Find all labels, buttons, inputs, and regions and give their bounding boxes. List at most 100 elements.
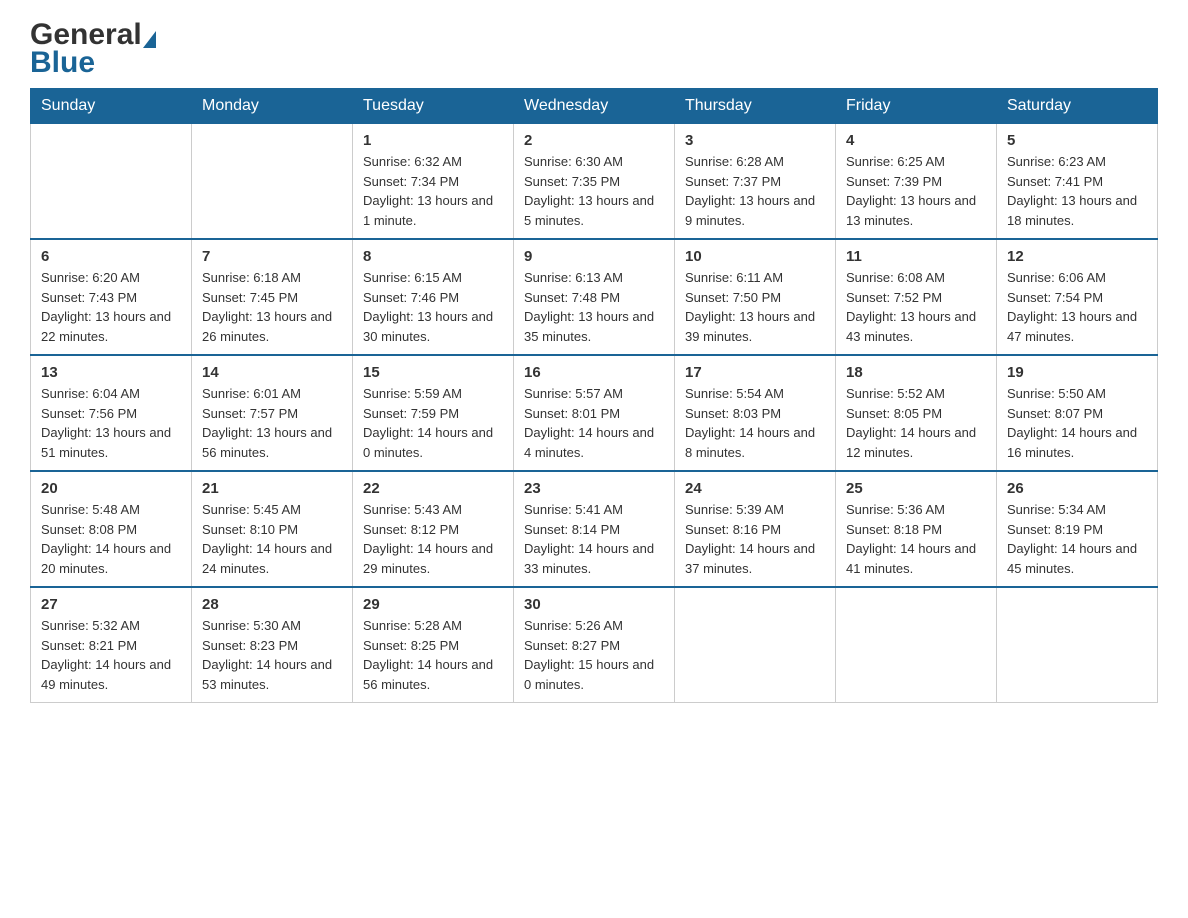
calendar-week-row: 13 Sunrise: 6:04 AM Sunset: 7:56 PM Dayli… bbox=[31, 355, 1158, 471]
calendar-day-cell: 12 Sunrise: 6:06 AM Sunset: 7:54 PM Dayli… bbox=[997, 239, 1158, 355]
day-number: 4 bbox=[846, 132, 986, 149]
calendar-day-cell: 1 Sunrise: 6:32 AM Sunset: 7:34 PM Daylig… bbox=[353, 124, 514, 240]
page-header: General Blue bbox=[30, 20, 1158, 78]
day-number: 19 bbox=[1007, 364, 1147, 381]
day-number: 15 bbox=[363, 364, 503, 381]
calendar-day-cell: 6 Sunrise: 6:20 AM Sunset: 7:43 PM Daylig… bbox=[31, 239, 192, 355]
day-of-week-header: Monday bbox=[192, 89, 353, 124]
calendar-day-cell: 24 Sunrise: 5:39 AM Sunset: 8:16 PM Dayli… bbox=[675, 471, 836, 587]
calendar-day-cell: 20 Sunrise: 5:48 AM Sunset: 8:08 PM Dayli… bbox=[31, 471, 192, 587]
calendar-day-cell: 27Sunrise: 5:32 AM Sunset: 8:21 PM Dayli… bbox=[31, 587, 192, 703]
calendar-day-cell: 14 Sunrise: 6:01 AM Sunset: 7:57 PM Dayli… bbox=[192, 355, 353, 471]
day-number: 17 bbox=[685, 364, 825, 381]
day-info: Sunrise: 6:25 AM Sunset: 7:39 PM Dayligh… bbox=[846, 152, 986, 230]
logo: General Blue bbox=[30, 20, 156, 78]
calendar-day-cell: 13 Sunrise: 6:04 AM Sunset: 7:56 PM Dayli… bbox=[31, 355, 192, 471]
calendar-day-cell: 8 Sunrise: 6:15 AM Sunset: 7:46 PM Daylig… bbox=[353, 239, 514, 355]
calendar-day-cell: 10 Sunrise: 6:11 AM Sunset: 7:50 PM Dayli… bbox=[675, 239, 836, 355]
logo-triangle-icon bbox=[143, 31, 156, 48]
day-info: Sunrise: 6:11 AM Sunset: 7:50 PM Dayligh… bbox=[685, 268, 825, 346]
day-number: 9 bbox=[524, 248, 664, 265]
day-of-week-header: Sunday bbox=[31, 89, 192, 124]
day-info: Sunrise: 6:32 AM Sunset: 7:34 PM Dayligh… bbox=[363, 152, 503, 230]
day-number: 20 bbox=[41, 480, 181, 497]
calendar-day-cell: 11 Sunrise: 6:08 AM Sunset: 7:52 PM Dayli… bbox=[836, 239, 997, 355]
day-number: 23 bbox=[524, 480, 664, 497]
day-number: 16 bbox=[524, 364, 664, 381]
day-info: Sunrise: 6:28 AM Sunset: 7:37 PM Dayligh… bbox=[685, 152, 825, 230]
calendar-day-cell: 25Sunrise: 5:36 AM Sunset: 8:18 PM Dayli… bbox=[836, 471, 997, 587]
calendar-week-row: 6 Sunrise: 6:20 AM Sunset: 7:43 PM Daylig… bbox=[31, 239, 1158, 355]
day-number: 3 bbox=[685, 132, 825, 149]
calendar-day-cell: 7Sunrise: 6:18 AM Sunset: 7:45 PM Daylig… bbox=[192, 239, 353, 355]
calendar-day-cell: 30 Sunrise: 5:26 AM Sunset: 8:27 PM Dayli… bbox=[514, 587, 675, 703]
day-info: Sunrise: 6:01 AM Sunset: 7:57 PM Dayligh… bbox=[202, 384, 342, 462]
day-number: 13 bbox=[41, 364, 181, 381]
day-number: 6 bbox=[41, 248, 181, 265]
day-number: 1 bbox=[363, 132, 503, 149]
day-info: Sunrise: 5:50 AM Sunset: 8:07 PM Dayligh… bbox=[1007, 384, 1147, 462]
day-number: 10 bbox=[685, 248, 825, 265]
day-info: Sunrise: 5:57 AM Sunset: 8:01 PM Dayligh… bbox=[524, 384, 664, 462]
calendar-day-cell: 23 Sunrise: 5:41 AM Sunset: 8:14 PM Dayli… bbox=[514, 471, 675, 587]
calendar-day-cell: 5Sunrise: 6:23 AM Sunset: 7:41 PM Daylig… bbox=[997, 124, 1158, 240]
day-info: Sunrise: 5:39 AM Sunset: 8:16 PM Dayligh… bbox=[685, 500, 825, 578]
calendar-week-row: 1 Sunrise: 6:32 AM Sunset: 7:34 PM Daylig… bbox=[31, 124, 1158, 240]
day-number: 21 bbox=[202, 480, 342, 497]
calendar-day-cell: 9Sunrise: 6:13 AM Sunset: 7:48 PM Daylig… bbox=[514, 239, 675, 355]
day-info: Sunrise: 5:28 AM Sunset: 8:25 PM Dayligh… bbox=[363, 616, 503, 694]
logo-blue-text: Blue bbox=[30, 48, 156, 78]
day-info: Sunrise: 5:26 AM Sunset: 8:27 PM Dayligh… bbox=[524, 616, 664, 694]
calendar-day-cell bbox=[997, 587, 1158, 703]
day-info: Sunrise: 5:36 AM Sunset: 8:18 PM Dayligh… bbox=[846, 500, 986, 578]
day-number: 18 bbox=[846, 364, 986, 381]
calendar-day-cell: 26Sunrise: 5:34 AM Sunset: 8:19 PM Dayli… bbox=[997, 471, 1158, 587]
calendar-table: SundayMondayTuesdayWednesdayThursdayFrid… bbox=[30, 88, 1158, 703]
day-number: 7 bbox=[202, 248, 342, 265]
day-info: Sunrise: 6:06 AM Sunset: 7:54 PM Dayligh… bbox=[1007, 268, 1147, 346]
calendar-day-cell: 21 Sunrise: 5:45 AM Sunset: 8:10 PM Dayli… bbox=[192, 471, 353, 587]
day-info: Sunrise: 5:45 AM Sunset: 8:10 PM Dayligh… bbox=[202, 500, 342, 578]
day-of-week-header: Saturday bbox=[997, 89, 1158, 124]
calendar-day-cell: 18 Sunrise: 5:52 AM Sunset: 8:05 PM Dayli… bbox=[836, 355, 997, 471]
day-number: 11 bbox=[846, 248, 986, 265]
day-number: 12 bbox=[1007, 248, 1147, 265]
day-number: 14 bbox=[202, 364, 342, 381]
calendar-day-cell bbox=[192, 124, 353, 240]
calendar-day-cell: 4 Sunrise: 6:25 AM Sunset: 7:39 PM Daylig… bbox=[836, 124, 997, 240]
calendar-day-cell: 29 Sunrise: 5:28 AM Sunset: 8:25 PM Dayli… bbox=[353, 587, 514, 703]
day-number: 26 bbox=[1007, 480, 1147, 497]
day-of-week-header: Friday bbox=[836, 89, 997, 124]
calendar-week-row: 20 Sunrise: 5:48 AM Sunset: 8:08 PM Dayli… bbox=[31, 471, 1158, 587]
calendar-day-cell: 19 Sunrise: 5:50 AM Sunset: 8:07 PM Dayli… bbox=[997, 355, 1158, 471]
day-info: Sunrise: 6:08 AM Sunset: 7:52 PM Dayligh… bbox=[846, 268, 986, 346]
day-info: Sunrise: 6:30 AM Sunset: 7:35 PM Dayligh… bbox=[524, 152, 664, 230]
day-number: 8 bbox=[363, 248, 503, 265]
day-info: Sunrise: 6:15 AM Sunset: 7:46 PM Dayligh… bbox=[363, 268, 503, 346]
day-number: 2 bbox=[524, 132, 664, 149]
day-number: 27 bbox=[41, 596, 181, 613]
day-info: Sunrise: 6:20 AM Sunset: 7:43 PM Dayligh… bbox=[41, 268, 181, 346]
day-info: Sunrise: 5:52 AM Sunset: 8:05 PM Dayligh… bbox=[846, 384, 986, 462]
calendar-day-cell: 16 Sunrise: 5:57 AM Sunset: 8:01 PM Dayli… bbox=[514, 355, 675, 471]
day-number: 22 bbox=[363, 480, 503, 497]
day-of-week-header: Tuesday bbox=[353, 89, 514, 124]
day-number: 24 bbox=[685, 480, 825, 497]
day-info: Sunrise: 5:48 AM Sunset: 8:08 PM Dayligh… bbox=[41, 500, 181, 578]
day-info: Sunrise: 5:43 AM Sunset: 8:12 PM Dayligh… bbox=[363, 500, 503, 578]
calendar-day-cell: 22 Sunrise: 5:43 AM Sunset: 8:12 PM Dayli… bbox=[353, 471, 514, 587]
day-info: Sunrise: 5:41 AM Sunset: 8:14 PM Dayligh… bbox=[524, 500, 664, 578]
day-number: 30 bbox=[524, 596, 664, 613]
day-number: 29 bbox=[363, 596, 503, 613]
day-number: 28 bbox=[202, 596, 342, 613]
day-info: Sunrise: 6:04 AM Sunset: 7:56 PM Dayligh… bbox=[41, 384, 181, 462]
day-of-week-header: Wednesday bbox=[514, 89, 675, 124]
calendar-day-cell: 15Sunrise: 5:59 AM Sunset: 7:59 PM Dayli… bbox=[353, 355, 514, 471]
calendar-day-cell: 28Sunrise: 5:30 AM Sunset: 8:23 PM Dayli… bbox=[192, 587, 353, 703]
calendar-day-cell: 17Sunrise: 5:54 AM Sunset: 8:03 PM Dayli… bbox=[675, 355, 836, 471]
calendar-week-row: 27Sunrise: 5:32 AM Sunset: 8:21 PM Dayli… bbox=[31, 587, 1158, 703]
calendar-day-cell bbox=[675, 587, 836, 703]
day-of-week-header: Thursday bbox=[675, 89, 836, 124]
calendar-day-cell: 2 Sunrise: 6:30 AM Sunset: 7:35 PM Daylig… bbox=[514, 124, 675, 240]
calendar-day-cell bbox=[836, 587, 997, 703]
